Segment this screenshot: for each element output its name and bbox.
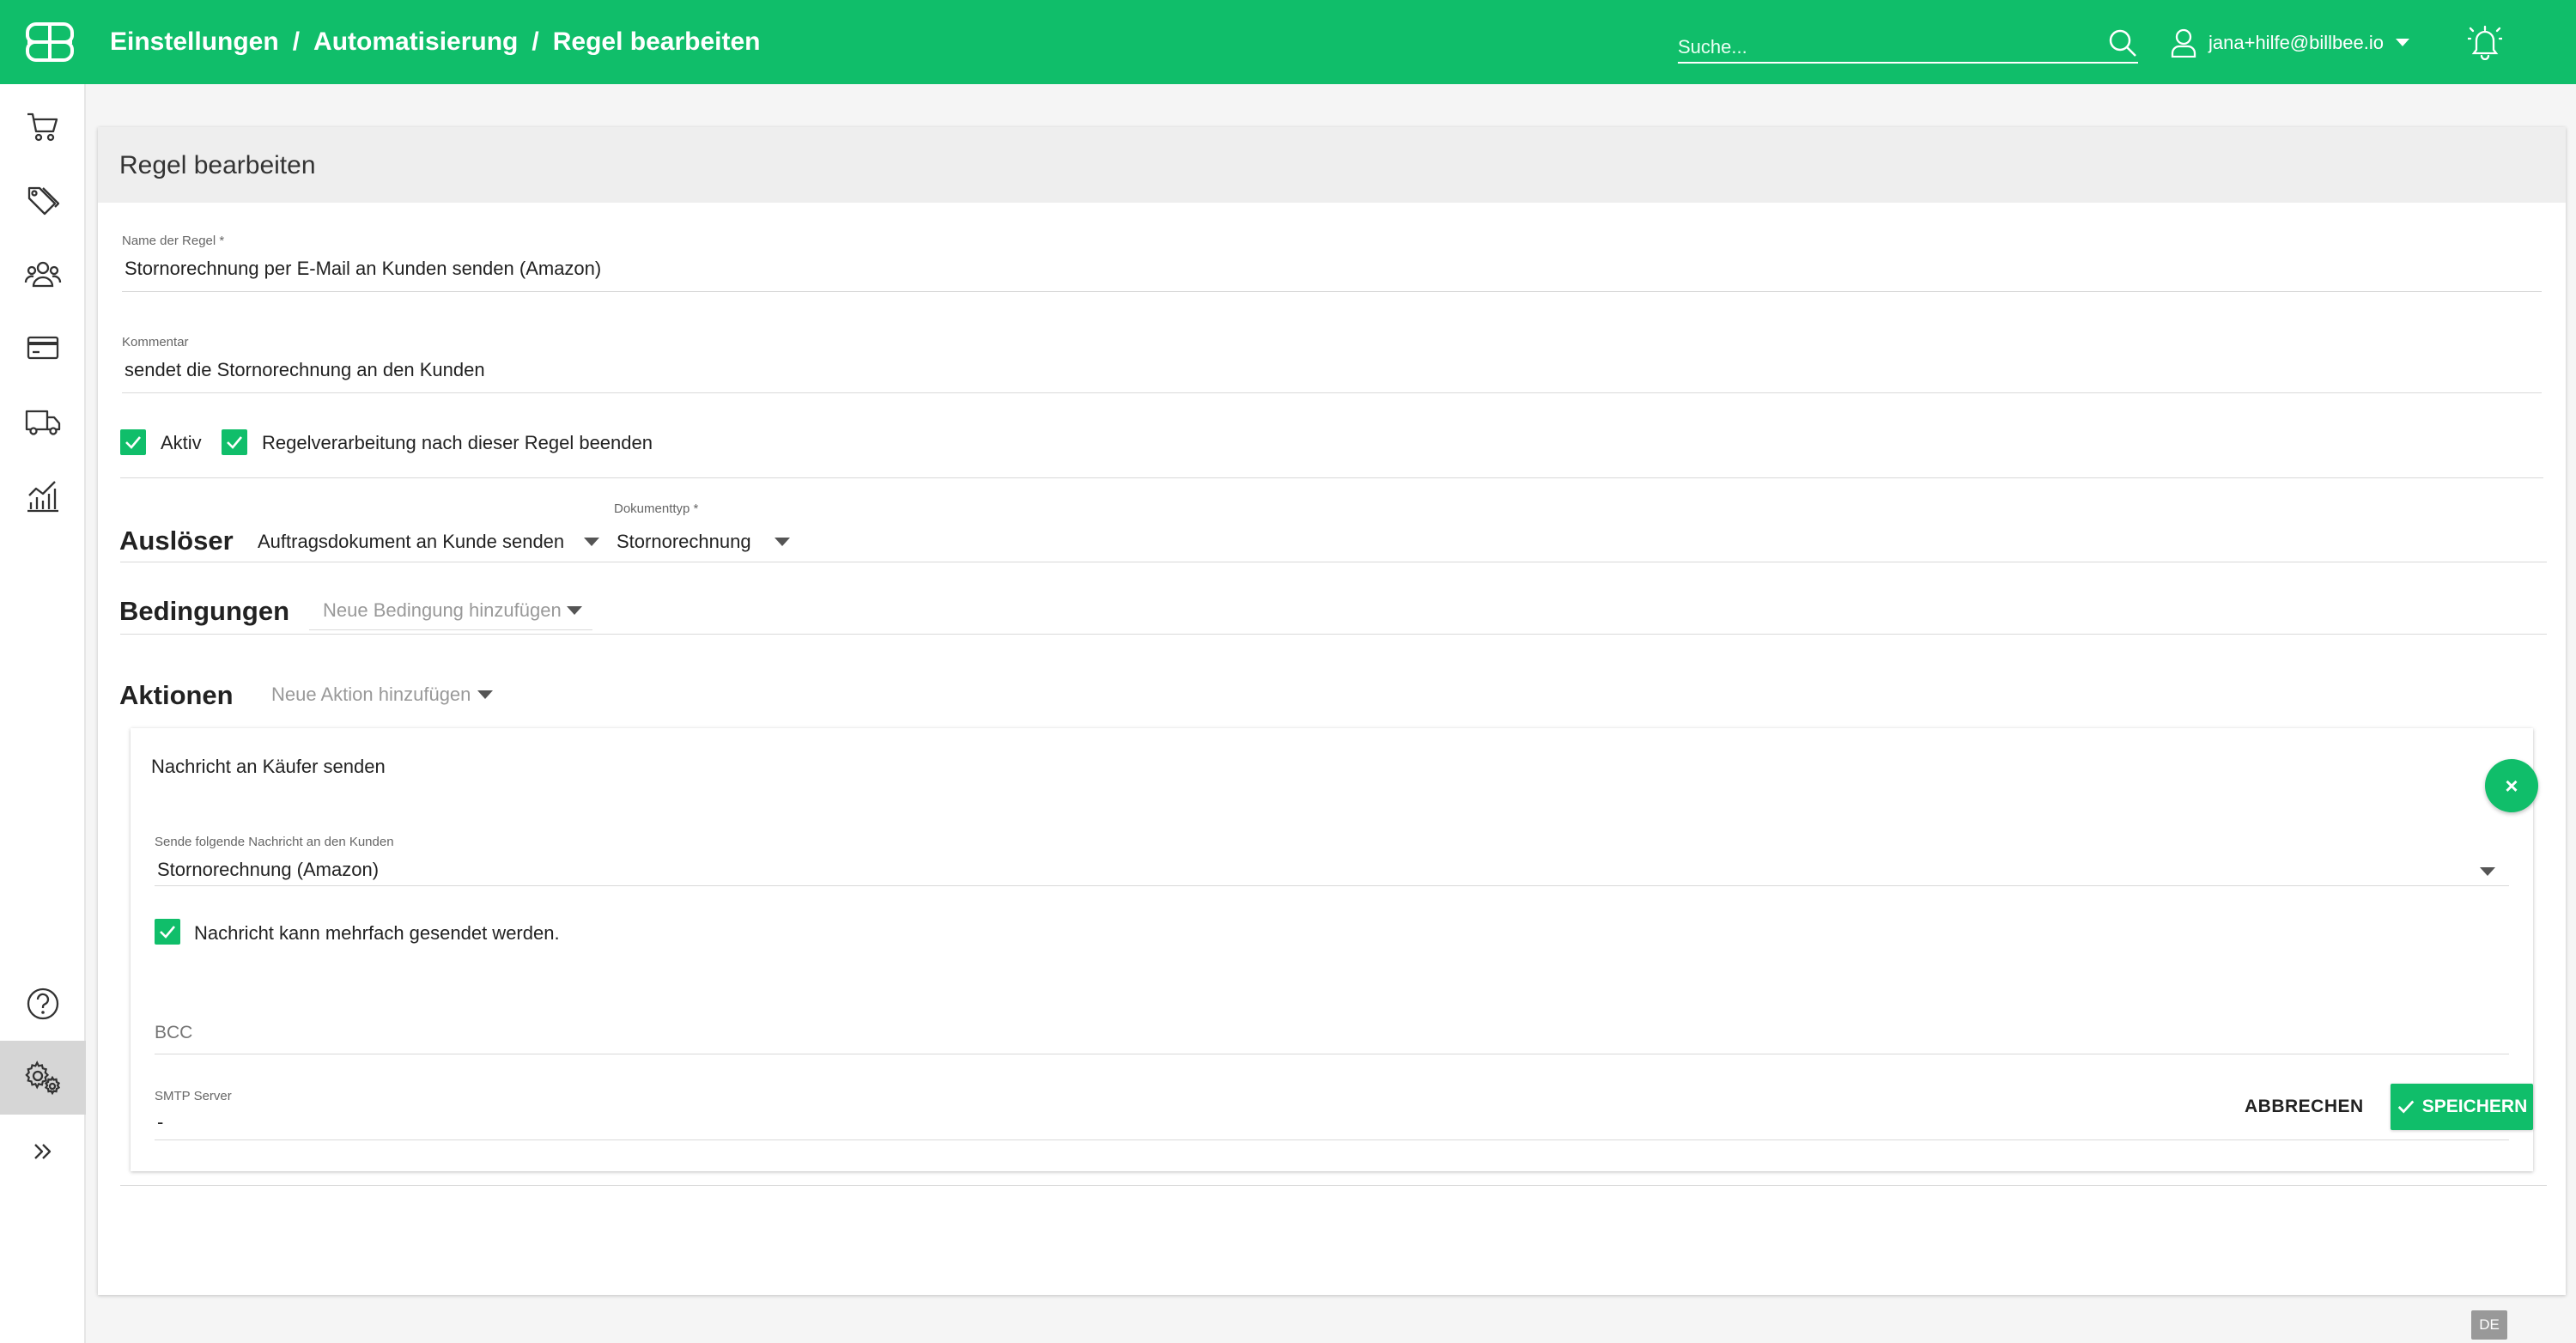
- message-template-select[interactable]: Sende folgende Nachricht an den Kunden S…: [155, 835, 2509, 886]
- message-template-label: Sende folgende Nachricht an den Kunden: [155, 835, 394, 849]
- add-condition-select[interactable]: Neue Bedingung hinzufügen: [309, 599, 592, 630]
- doctype-select[interactable]: Stornorechnung: [617, 531, 797, 562]
- comment-value[interactable]: sendet die Stornorechnung an den Kunden: [125, 359, 485, 381]
- search-input[interactable]: [1678, 33, 2090, 62]
- stop-processing-checkbox[interactable]: [222, 429, 247, 455]
- user-menu[interactable]: jana+hilfe@billbee.io: [2171, 26, 2409, 60]
- chevron-down-icon: [2395, 39, 2409, 46]
- rule-name-label: Name der Regel *: [122, 234, 225, 248]
- trigger-select[interactable]: Auftragsdokument an Kunde senden: [258, 531, 601, 562]
- trigger-value: Auftragsdokument an Kunde senden: [258, 531, 565, 552]
- comment-label: Kommentar: [122, 335, 189, 349]
- payment-card-icon: [27, 336, 59, 360]
- doctype-label: Dokumenttyp *: [614, 501, 699, 516]
- settings-gears-icon: [25, 1060, 61, 1096]
- sidebar-item-customers[interactable]: [0, 237, 86, 311]
- breadcrumb-edit-rule: Regel bearbeiten: [552, 27, 761, 56]
- rule-name-field[interactable]: Name der Regel * Stornorechnung per E-Ma…: [122, 234, 2542, 292]
- stop-processing-label: Regelverarbeitung nach dieser Regel been…: [262, 432, 653, 453]
- breadcrumb-separator: /: [292, 27, 301, 56]
- remove-action-button[interactable]: ×: [2485, 759, 2538, 812]
- rule-edit-card: Regel bearbeiten Name der Regel * Storno…: [98, 127, 2566, 1295]
- truck-icon: [25, 410, 61, 435]
- action-card-send-message: Nachricht an Käufer senden × Sende folge…: [131, 728, 2538, 1171]
- cancel-label: ABBRECHEN: [2245, 1097, 2364, 1116]
- bcc-field[interactable]: [155, 1012, 2509, 1054]
- checkmark-icon: [2397, 1100, 2414, 1114]
- sidebar-item-help[interactable]: [0, 967, 86, 1041]
- analytics-icon: [27, 481, 58, 513]
- sidebar-item-orders[interactable]: [0, 89, 86, 163]
- expand-chevrons-icon: [34, 1144, 52, 1159]
- dropdown-caret-icon: [2480, 867, 2495, 876]
- add-action-placeholder: Neue Aktion hinzufügen: [271, 684, 471, 705]
- add-action-select[interactable]: Neue Aktion hinzufügen: [258, 684, 507, 714]
- rule-name-value[interactable]: Stornorechnung per E-Mail an Kunden send…: [125, 258, 601, 280]
- card-header: Regel bearbeiten: [98, 127, 2566, 203]
- dropdown-caret-icon: [567, 606, 582, 615]
- search-box: [1678, 26, 2138, 64]
- conditions-title: Bedingungen: [119, 596, 290, 626]
- message-template-value: Stornorechnung (Amazon): [157, 859, 380, 880]
- notification-bell-icon[interactable]: [2468, 24, 2502, 60]
- breadcrumb-automation[interactable]: Automatisierung: [313, 27, 518, 57]
- multiple-send-checkbox[interactable]: [155, 919, 180, 945]
- save-label: SPEICHERN: [2421, 1097, 2528, 1116]
- checkmark-icon: [160, 926, 175, 939]
- dropdown-caret-icon: [775, 538, 790, 546]
- smtp-server-value: -: [157, 1111, 164, 1133]
- smtp-server-select[interactable]: SMTP Server -: [155, 1089, 2509, 1140]
- language-code: DE: [2479, 1316, 2500, 1333]
- sidebar-item-products[interactable]: [0, 163, 86, 237]
- checkmark-icon: [125, 436, 141, 449]
- search-icon[interactable]: [2107, 27, 2138, 58]
- checkmark-icon: [227, 436, 242, 449]
- sidebar-item-shipping[interactable]: [0, 385, 86, 459]
- sidebar-item-payments[interactable]: [0, 311, 86, 385]
- customers-icon: [24, 261, 62, 288]
- help-icon: [27, 988, 59, 1020]
- active-checkbox[interactable]: [120, 429, 146, 455]
- bcc-input[interactable]: [155, 1020, 2473, 1046]
- close-icon: ×: [2505, 772, 2518, 799]
- divider: [120, 477, 2543, 478]
- divider: [120, 634, 2547, 635]
- actions-title: Aktionen: [119, 680, 234, 710]
- comment-field[interactable]: Kommentar sendet die Stornorechnung an d…: [122, 335, 2542, 393]
- breadcrumb-separator: /: [532, 27, 539, 56]
- doctype-value: Stornorechnung: [617, 531, 751, 552]
- trigger-title: Auslöser: [119, 526, 234, 556]
- language-badge[interactable]: DE: [2471, 1310, 2507, 1340]
- top-app-bar: Einstellungen / Automatisierung / Regel …: [0, 0, 2576, 84]
- breadcrumb-settings[interactable]: Einstellungen: [110, 27, 279, 57]
- sidebar-item-settings[interactable]: [0, 1041, 86, 1115]
- active-label: Aktiv: [161, 432, 202, 453]
- page-title: Regel bearbeiten: [119, 151, 316, 179]
- smtp-server-label: SMTP Server: [155, 1089, 232, 1103]
- tags-icon: [27, 186, 60, 216]
- sidebar: [0, 84, 86, 1343]
- action-title: Nachricht an Käufer senden: [151, 756, 386, 777]
- billbee-logo[interactable]: [24, 21, 76, 64]
- save-button[interactable]: SPEICHERN: [2391, 1084, 2533, 1130]
- divider: [120, 1185, 2547, 1186]
- sidebar-expand[interactable]: [0, 1115, 86, 1188]
- cancel-button[interactable]: ABBRECHEN: [2236, 1085, 2372, 1128]
- add-condition-placeholder: Neue Bedingung hinzufügen: [323, 599, 562, 621]
- multiple-send-label: Nachricht kann mehrfach gesendet werden.: [194, 922, 560, 944]
- user-email: jana+hilfe@billbee.io: [2208, 32, 2384, 53]
- sidebar-item-analytics[interactable]: [0, 459, 86, 532]
- breadcrumb: Einstellungen / Automatisierung / Regel …: [110, 0, 760, 84]
- dropdown-caret-icon: [477, 690, 493, 699]
- dropdown-caret-icon: [584, 538, 599, 546]
- user-icon: [2171, 28, 2196, 58]
- cart-icon: [27, 112, 58, 142]
